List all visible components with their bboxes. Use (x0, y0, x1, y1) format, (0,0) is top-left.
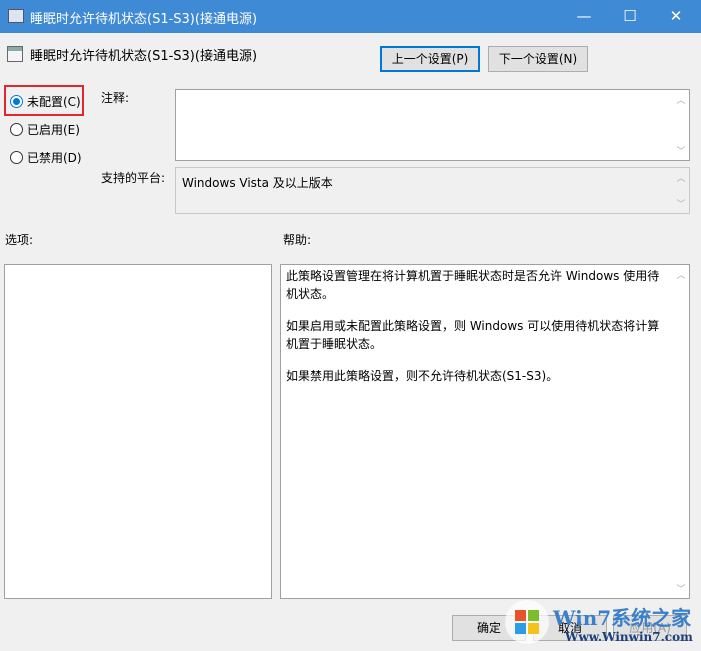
radio-icon (10, 150, 23, 164)
scrollbar[interactable]: ︿ ﹀ (673, 168, 689, 213)
window-title: 睡眠时允许待机状态(S1-S3)(接通电源) (30, 12, 258, 27)
close-button[interactable]: ✕ (653, 0, 699, 33)
platform-value: Windows Vista 及以上版本 (182, 176, 333, 190)
radio-disabled[interactable]: 已禁用(D) (10, 148, 82, 166)
scrollbar[interactable]: ︿ ﹀ (673, 90, 689, 160)
ok-button[interactable]: 确定 (452, 615, 526, 641)
help-paragraph: 如果禁用此策略设置，则不允许待机状态(S1-S3)。 (286, 369, 559, 383)
radio-label: 已禁用(D) (27, 150, 82, 165)
minimize-button[interactable]: — (561, 0, 607, 33)
radio-label: 已启用(E) (27, 122, 80, 137)
previous-setting-button[interactable]: 上一个设置(P) (380, 46, 480, 72)
platform-field: Windows Vista 及以上版本 ︿ ﹀ (175, 167, 690, 214)
comment-label: 注释: (101, 91, 130, 105)
options-label: 选项: (5, 233, 34, 247)
platform-label: 支持的平台: (101, 171, 166, 185)
help-panel: 此策略设置管理在将计算机置于睡眠状态时是否允许 Windows 使用待机状态。 … (280, 264, 690, 599)
comment-textarea[interactable]: ︿ ﹀ (175, 89, 690, 161)
apply-button[interactable]: 应用(A) (613, 615, 687, 641)
radio-icon (10, 122, 23, 136)
policy-icon (7, 46, 23, 62)
radio-icon (10, 94, 23, 108)
cancel-button[interactable]: 取消 (533, 615, 607, 641)
scrollbar[interactable]: ︿ ﹀ (673, 265, 689, 598)
help-paragraph: 如果启用或未配置此策略设置，则 Windows 可以使用待机状态将计算机置于睡眠… (286, 319, 660, 351)
next-setting-button[interactable]: 下一个设置(N) (488, 46, 588, 72)
maximize-button[interactable]: ☐ (607, 0, 653, 33)
radio-enabled[interactable]: 已启用(E) (10, 120, 80, 138)
options-panel (4, 264, 272, 599)
help-paragraph: 此策略设置管理在将计算机置于睡眠状态时是否允许 Windows 使用待机状态。 (286, 269, 660, 301)
app-icon (8, 9, 24, 23)
policy-name: 睡眠时允许待机状态(S1-S3)(接通电源) (30, 49, 258, 64)
radio-label: 未配置(C) (27, 94, 81, 109)
title-bar: 睡眠时允许待机状态(S1-S3)(接通电源) — ☐ ✕ (0, 0, 701, 33)
radio-not-configured[interactable]: 未配置(C) (10, 92, 81, 110)
help-label: 帮助: (283, 233, 312, 247)
